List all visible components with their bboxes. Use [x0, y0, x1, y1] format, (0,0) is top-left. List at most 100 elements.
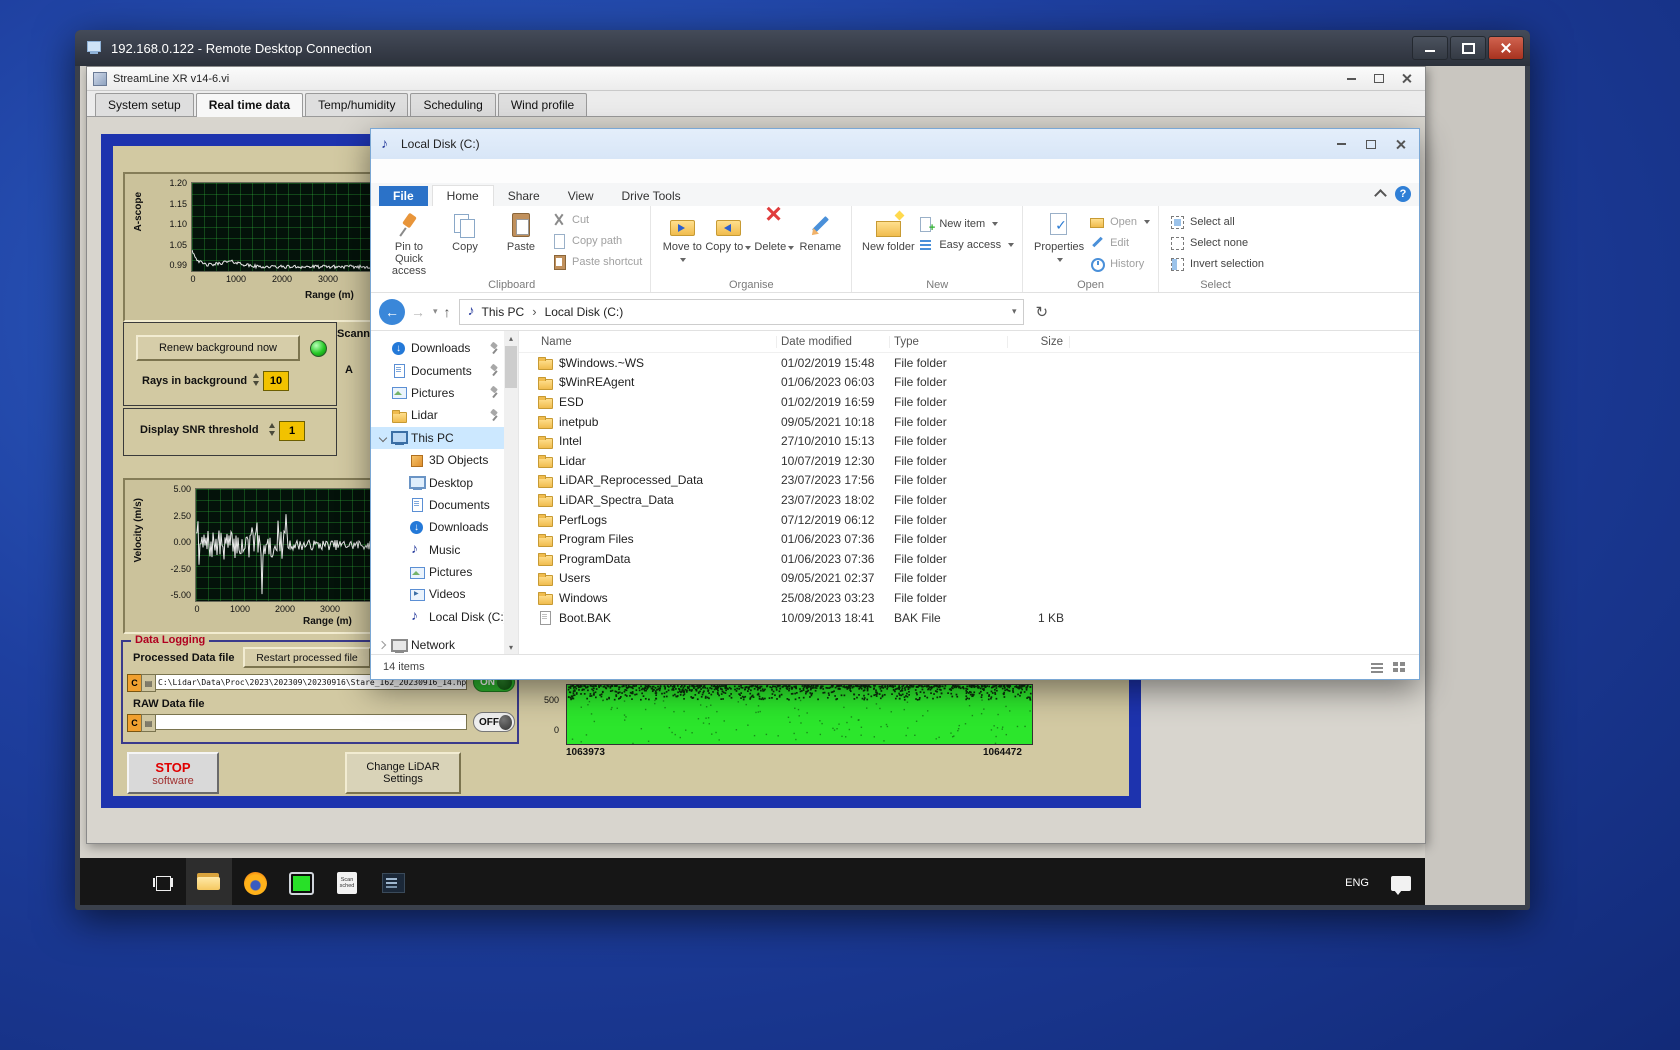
forward-button[interactable]: → [405, 299, 431, 325]
ribbon-tab-drive-tools[interactable]: Drive Tools [608, 186, 695, 206]
scroll-up-icon[interactable]: ▴ [504, 331, 518, 345]
select-none-button[interactable]: Select none [1169, 232, 1264, 253]
file-row[interactable]: Intel 27/10/2010 15:13 File folder [519, 431, 1419, 451]
select-all-button[interactable]: Select all [1169, 211, 1264, 232]
expand-chevron-icon[interactable] [397, 590, 405, 598]
sidebar-item[interactable]: Pictures [371, 382, 518, 404]
expand-chevron-icon[interactable] [397, 546, 405, 554]
explorer-close-button[interactable] [1396, 140, 1405, 149]
raw-logging-toggle[interactable]: OFF [473, 712, 515, 732]
explorer-titlebar[interactable]: Local Disk (C:) [371, 129, 1419, 159]
rdp-minimize-button[interactable] [1412, 36, 1448, 60]
file-row[interactable]: Program Files 01/06/2023 07:36 File fold… [519, 529, 1419, 549]
file-row[interactable]: $Windows.~WS 01/02/2019 15:48 File folde… [519, 353, 1419, 373]
tab-scheduling[interactable]: Scheduling [410, 93, 495, 116]
snr-spinner[interactable] [268, 421, 277, 438]
expand-chevron-icon[interactable] [379, 641, 387, 649]
copy-to-button[interactable]: Copy to [705, 209, 751, 253]
sidebar-item[interactable]: Lidar [371, 404, 518, 426]
renew-background-button[interactable]: Renew background now [136, 335, 300, 361]
explorer-maximize-button[interactable] [1366, 140, 1376, 149]
file-row[interactable]: Lidar 10/07/2019 12:30 File folder [519, 451, 1419, 471]
rdp-close-button[interactable] [1488, 36, 1524, 60]
copy-button[interactable]: Copy [437, 209, 493, 253]
tab-temp-humidity[interactable]: Temp/humidity [305, 93, 408, 116]
expand-chevron-icon[interactable] [397, 568, 405, 576]
app-close-button[interactable] [1402, 74, 1411, 83]
properties-button[interactable]: Properties [1031, 209, 1087, 265]
ribbon-tab-view[interactable]: View [554, 186, 608, 206]
restart-processed-file-button[interactable]: Restart processed file [243, 647, 371, 668]
green-app-taskbar-button[interactable] [278, 858, 324, 905]
scrollbar-thumb[interactable] [505, 346, 517, 388]
edit-button[interactable]: Edit [1089, 232, 1150, 253]
copy-path-button[interactable]: Copy path [551, 230, 642, 251]
file-row[interactable]: LiDAR_Reprocessed_Data 23/07/2023 17:56 … [519, 471, 1419, 491]
expand-chevron-icon[interactable] [379, 344, 387, 352]
open-button[interactable]: Open [1089, 211, 1150, 232]
pin-to-quick-access-button[interactable]: Pin to Quick access [381, 209, 437, 277]
sidebar-item[interactable]: Music [371, 539, 518, 561]
expand-chevron-icon[interactable] [397, 501, 405, 509]
change-lidar-settings-button[interactable]: Change LiDAR Settings [345, 752, 461, 794]
invert-selection-button[interactable]: Invert selection [1169, 253, 1264, 274]
raw-path-field[interactable] [155, 714, 467, 730]
easy-access-button[interactable]: Easy access [918, 234, 1014, 255]
expand-chevron-icon[interactable] [379, 434, 387, 442]
task-view-button[interactable] [140, 858, 186, 905]
processed-browse-icon[interactable]: ▤ [141, 674, 156, 692]
tab-wind-profile[interactable]: Wind profile [498, 93, 587, 116]
breadcrumb-this-pc[interactable]: This PC [482, 305, 525, 319]
paste-shortcut-button[interactable]: Paste shortcut [551, 251, 642, 272]
file-explorer-taskbar-button[interactable] [186, 858, 232, 905]
sidebar-item[interactable]: Documents [371, 359, 518, 381]
column-header-date-modified[interactable]: Date modified [777, 336, 890, 348]
streamline-titlebar[interactable]: StreamLine XR v14-6.vi [87, 67, 1425, 91]
expand-chevron-icon[interactable] [397, 613, 405, 621]
file-row[interactable]: Boot.BAK 10/09/2013 18:41 BAK File 1 KB [519, 608, 1419, 628]
expand-chevron-icon[interactable] [379, 367, 387, 375]
stop-software-button[interactable]: STOP software [127, 752, 219, 794]
cut-button[interactable]: Cut [551, 209, 642, 230]
sidebar-item[interactable]: Videos [371, 583, 518, 605]
app-minimize-button[interactable] [1347, 78, 1356, 80]
firefox-taskbar-button[interactable] [232, 858, 278, 905]
app-maximize-button[interactable] [1374, 74, 1384, 83]
sidebar-item[interactable]: Network [371, 634, 518, 656]
refresh-icon[interactable]: ↻ [1036, 303, 1049, 321]
thumbnails-view-icon[interactable] [1391, 660, 1407, 674]
expand-chevron-icon[interactable] [397, 456, 405, 464]
history-button[interactable]: History [1089, 253, 1150, 274]
sidebar-item[interactable]: Downloads [371, 337, 518, 359]
scroll-down-icon[interactable]: ▾ [504, 640, 518, 654]
column-header-type[interactable]: Type [890, 336, 1008, 348]
ribbon-tab-share[interactable]: Share [494, 186, 554, 206]
file-row[interactable]: inetpub 09/05/2021 10:18 File folder [519, 412, 1419, 432]
snr-value-field[interactable]: 1 [279, 421, 305, 441]
rdp-titlebar[interactable]: 192.168.0.122 - Remote Desktop Connectio… [75, 30, 1530, 66]
sidebar-item[interactable]: 3D Objects [371, 449, 518, 471]
recent-locations-caret-icon[interactable]: ▾ [433, 306, 438, 317]
tab-real-time-data[interactable]: Real time data [196, 93, 303, 117]
ribbon-tab-home[interactable]: Home [432, 185, 494, 206]
sidebar-item[interactable]: Desktop [371, 471, 518, 493]
expand-chevron-icon[interactable] [397, 523, 405, 531]
raw-browse-icon[interactable]: ▤ [141, 714, 156, 732]
rename-button[interactable]: Rename [797, 209, 843, 253]
sidebar-item[interactable]: Documents [371, 494, 518, 516]
language-indicator[interactable]: ENG [1337, 871, 1377, 895]
tab-system-setup[interactable]: System setup [95, 93, 194, 116]
column-header-name[interactable]: Name [537, 336, 777, 348]
expand-chevron-icon[interactable] [397, 479, 405, 487]
sidebar-item[interactable]: Pictures [371, 561, 518, 583]
back-button[interactable]: ← [379, 299, 405, 325]
file-row[interactable]: Windows 25/08/2023 03:23 File folder [519, 588, 1419, 608]
ribbon-tab-file[interactable]: File [379, 186, 428, 206]
rdp-maximize-button[interactable] [1450, 36, 1486, 60]
file-row[interactable]: ProgramData 01/06/2023 07:36 File folder [519, 549, 1419, 569]
expand-chevron-icon[interactable] [379, 389, 387, 397]
address-field[interactable]: This PC › Local Disk (C:) ▾ [459, 299, 1024, 325]
ribbon-collapse-icon[interactable] [1374, 189, 1387, 202]
sidebar-item[interactable]: Downloads [371, 516, 518, 538]
file-row[interactable]: Users 09/05/2021 02:37 File folder [519, 569, 1419, 589]
